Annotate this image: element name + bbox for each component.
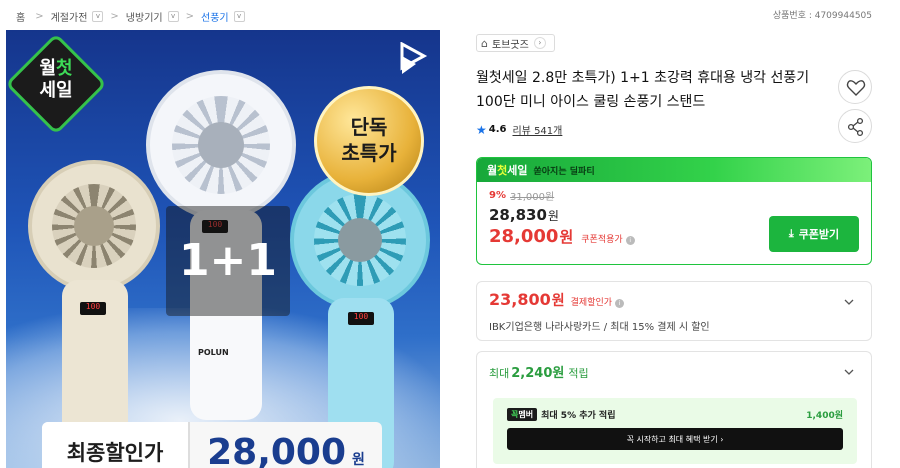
breadcrumb-cooling[interactable]: 냉방기기 v > [126,9,201,24]
review-link[interactable]: 리뷰 541개 [512,122,562,137]
fan-brand-label: POLUN [198,348,229,357]
store-name[interactable]: 토브굿즈 [492,36,529,51]
deal-header-title: 월첫세일 [487,162,528,178]
chevron-down-icon[interactable]: v [233,10,245,22]
exclusive-badge-line1: 단독 [350,115,388,139]
current-price-value: 28,830 [489,206,547,224]
payment-price-row: 23,800 원 결제할인가 i [489,290,859,310]
info-icon[interactable]: i [625,236,635,245]
payment-price: 23,800 [489,290,551,309]
deal-body: 9% 31,000원 28,830원 28,000 원 쿠폰적용가 i ⤓ 쿠폰… [477,182,871,264]
rating-score: 4.6 [488,124,507,135]
heart-icon [846,80,866,96]
breadcrumb-fan-label[interactable]: 선풍기 [201,9,229,24]
store-link[interactable]: ⌂ 토브굿즈 › [476,34,555,52]
max-points-amount: 2,240원 [511,366,565,381]
payment-discount-desc: IBK기업은행 나라사랑카드 / 최대 15% 결제 시 할인 [489,322,710,333]
payment-price-unit: 원 [551,293,565,309]
wishlist-button[interactable] [838,70,872,104]
coupon-price: 28,000 [489,226,559,247]
product-number: 상품번호 : 4709944505 [772,11,872,21]
fan-display-readout: 100 [348,312,374,325]
breadcrumb-cooling-label[interactable]: 냉방기기 [126,9,163,24]
max-points-suffix: 적립 [568,367,589,380]
deal-header: 월첫세일 쏟아지는 딜파티 [477,158,871,182]
month-sale-badge-c: 세일 [39,80,73,101]
breadcrumb-separator: > [35,10,44,22]
coupon-price-unit: 원 [559,228,574,246]
membership-cta-button[interactable]: 꼭 시작하고 최대 혜택 받기 › [507,428,843,450]
coupon-button-label[interactable]: 쿠폰받기 [799,226,839,242]
coupon-price-label: 쿠폰적용가 [581,235,623,245]
membership-chip: 꼭멤버 [507,408,538,421]
breadcrumb: 홈 > 계절가전 v > 냉방기기 v > 선풍기 v [16,6,245,26]
chevron-right-icon[interactable]: › [533,37,546,49]
exclusive-badge-text: 단독 초특가 [314,114,424,166]
breadcrumb-home[interactable]: 홈 > [16,9,51,24]
one-plus-one-label: 1+1 [166,206,290,316]
membership-text: 최대 5% 추가 적립 [541,411,616,421]
exclusive-badge-line2: 초특가 [341,141,397,165]
final-price-label: 최종할인가 [42,422,190,468]
payment-discount-card[interactable]: 23,800 원 결제할인가 i IBK기업은행 나라사랑카드 / 최대 15%… [476,281,872,341]
membership-points: 1,400원 [806,411,843,421]
breadcrumb-home-label[interactable]: 홈 [16,9,25,24]
brand-logo-icon [400,42,428,74]
download-icon: ⤓ [788,227,794,240]
discount-row: 9% 31,000원 [489,188,859,203]
chevron-down-icon[interactable] [843,366,855,378]
final-price-value: 28,000 [207,431,347,468]
deal-header-c: 세일 [507,164,528,177]
membership-chip-b: 멤버 [518,410,534,419]
deal-header-a: 월 [487,164,498,177]
membership-box: 꼭멤버 최대 5% 추가 적립 1,400원 꼭 시작하고 최대 혜택 받기 › [493,398,857,464]
star-icon: ★ [476,122,487,137]
chevron-down-icon[interactable]: v [92,10,104,22]
share-button[interactable] [838,109,872,143]
breadcrumb-fan[interactable]: 선풍기 v [201,9,245,24]
share-icon [847,117,864,137]
breadcrumb-seasonal-label[interactable]: 계절가전 [51,9,88,24]
points-card[interactable]: 최대 2,240원 적립 꼭멤버 최대 5% 추가 적립 1,400원 꼭 시작… [476,351,872,468]
breadcrumb-separator: > [185,10,194,22]
membership-row: 꼭멤버 최대 5% 추가 적립 1,400원 [507,408,843,421]
max-points-prefix: 최대 [489,367,510,380]
month-sale-badge-b: 첫 [56,58,73,79]
final-price-value-group: 28,000 원 [190,432,382,468]
max-points-row: 최대 2,240원 적립 [489,362,859,381]
month-sale-badge-a: 월 [39,58,56,79]
rating-row: ★ 4.6 리뷰 541개 [476,122,562,138]
payment-price-label: 결제할인가 [570,298,613,308]
current-price-unit: 원 [547,209,559,223]
coupon-download-button[interactable]: ⤓ 쿠폰받기 [769,216,859,252]
deal-box: 월첫세일 쏟아지는 딜파티 9% 31,000원 28,830원 28,000 … [476,157,872,265]
deal-header-b: 첫 [497,164,508,177]
breadcrumb-seasonal[interactable]: 계절가전 v > [51,9,126,24]
product-title: 월첫세일 2.8만 초특가) 1+1 초강력 휴대용 냉각 선풍기 100단 미… [476,70,810,110]
deal-header-sub: 쏟아지는 딜파티 [533,166,595,177]
final-price-unit: 원 [352,451,365,468]
product-image[interactable]: 월첫 세일 100 100 100 1+1 POLUN 단독 초특가 최종할인가 [6,30,440,468]
final-price-banner: 최종할인가 28,000 원 [42,422,382,468]
fan-display-readout: 100 [80,302,106,315]
breadcrumb-separator: > [110,10,119,22]
chevron-down-icon[interactable]: v [167,10,179,22]
discount-percent: 9% [489,190,506,201]
month-sale-badge-text: 월첫 세일 [20,58,92,102]
store-icon: ⌂ [481,36,488,50]
info-icon[interactable]: i [615,299,625,308]
original-price: 31,000원 [509,192,555,203]
chevron-down-icon[interactable] [843,296,855,308]
